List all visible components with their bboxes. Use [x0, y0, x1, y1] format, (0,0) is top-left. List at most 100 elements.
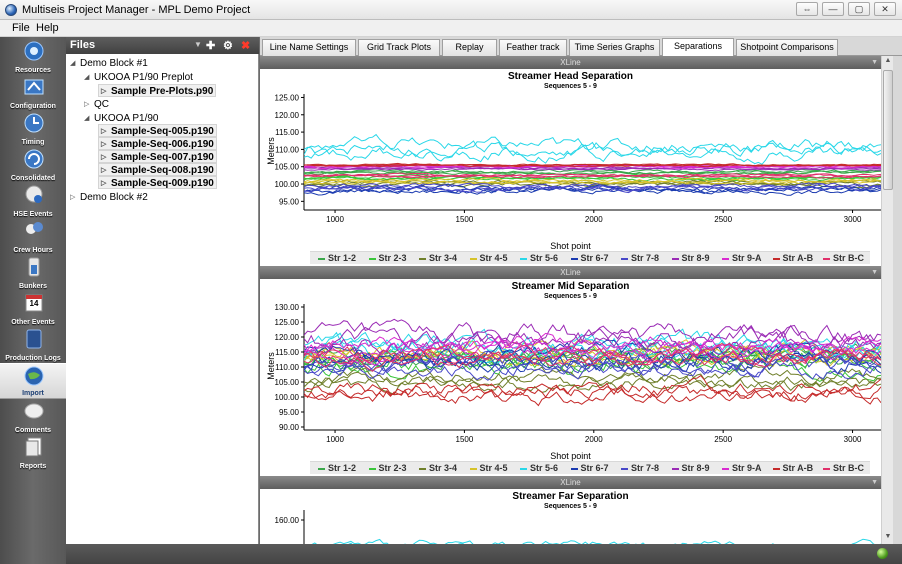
chevron-down-icon[interactable]: ▼ — [871, 56, 878, 69]
nav-item-globe[interactable]: Import — [0, 363, 66, 399]
nav-item-calendar[interactable]: 14 Other Events — [0, 291, 66, 327]
nav-item-timing[interactable]: Timing — [0, 111, 66, 147]
legend-swatch — [318, 467, 325, 470]
x-tick-label: 2000 — [585, 435, 603, 444]
tree-file-item[interactable]: ▷ Sample-Seq-006.p190 — [98, 137, 217, 150]
legend-item[interactable]: Str 8-9 — [671, 463, 710, 473]
maximize-button[interactable]: ▢ — [848, 2, 870, 16]
legend-item[interactable]: Str 5-6 — [520, 253, 558, 263]
tree-item-label: Sample-Seq-007.p190 — [111, 152, 214, 163]
tree-folder-item[interactable]: ◢ UKOOA P1/90 Preplot — [84, 71, 193, 84]
window-title: Multiseis Project Manager - MPL Demo Pro… — [22, 4, 251, 16]
legend-item[interactable]: Str 9-A — [722, 253, 762, 263]
legend-item[interactable]: Str 7-8 — [621, 463, 659, 473]
legend-label: Str 4-5 — [479, 253, 508, 263]
legend-swatch — [469, 467, 477, 470]
legend-item[interactable]: Str 7-8 — [621, 253, 659, 263]
gear-icon[interactable]: ⚙ — [223, 39, 233, 52]
scroll-down-arrow-icon[interactable]: ▼ — [883, 533, 893, 543]
y-axis-label: Meters — [266, 352, 276, 380]
legend-item[interactable]: Str A-B — [772, 253, 813, 263]
production-logs-icon — [24, 329, 44, 349]
legend-item[interactable]: Str 5-6 — [520, 463, 558, 473]
legend-label: Str 1-2 — [328, 253, 357, 263]
legend-item[interactable]: Str 6-7 — [570, 253, 609, 263]
collapsed-triangle-icon[interactable]: ▷ — [70, 191, 80, 204]
chart-title: Streamer Mid Separation — [511, 281, 630, 292]
scroll-thumb[interactable] — [883, 70, 893, 190]
expanded-triangle-icon[interactable]: ◢ — [84, 71, 94, 84]
nav-item-hse-events[interactable]: HSE Events — [0, 183, 66, 219]
delete-icon[interactable]: ✖ — [241, 39, 250, 52]
menu-help[interactable]: Help — [36, 22, 59, 34]
legend-item[interactable]: Str A-B — [772, 463, 813, 473]
tree-folder-item[interactable]: ▷ QC — [84, 98, 109, 111]
tree-folder-item[interactable]: ▷ Demo Block #2 — [70, 191, 148, 204]
tree-file-item[interactable]: ▷ Sample-Seq-005.p190 — [98, 124, 217, 137]
y-tick-label: 110.00 — [275, 145, 299, 154]
nav-item-crew-hours[interactable]: Crew Hours — [0, 219, 66, 255]
legend-item[interactable]: Str B-C — [823, 463, 864, 473]
tree-file-item[interactable]: ▷ Sample-Seq-008.p190 — [98, 163, 217, 176]
legend-item[interactable]: Str 4-5 — [469, 253, 508, 263]
legend-item[interactable]: Str 2-3 — [368, 463, 407, 473]
xline-selector[interactable]: XLine ▼ — [260, 476, 881, 489]
legend-item[interactable]: Str B-C — [823, 253, 864, 263]
hse-events-icon — [24, 185, 44, 205]
chevron-down-icon[interactable]: ▼ — [871, 476, 878, 489]
expanded-triangle-icon[interactable]: ◢ — [70, 57, 80, 70]
vertical-scrollbar[interactable]: ▲ ▼ — [881, 56, 893, 544]
legend-item[interactable]: Str 1-2 — [318, 253, 356, 263]
right-gutter — [893, 56, 902, 544]
menu-file[interactable]: File — [12, 22, 30, 34]
close-button[interactable]: ✕ — [874, 2, 896, 16]
tree-file-item[interactable]: ▷ Sample Pre-Plots.p90 — [98, 84, 217, 97]
tab-grid-track-plots[interactable]: Grid Track Plots — [358, 39, 440, 56]
nav-item-bunkers[interactable]: Bunkers — [0, 255, 66, 291]
chevron-down-icon[interactable]: ▼ — [194, 40, 202, 49]
view-tabs: Line Name Settings Grid Track Plots Replay… — [260, 37, 902, 56]
tab-time-series-graphs[interactable]: Time Series Graphs — [569, 39, 660, 56]
scroll-up-arrow-icon[interactable]: ▲ — [883, 57, 893, 67]
xline-selector[interactable]: XLine ▼ — [260, 56, 881, 69]
expanded-triangle-icon[interactable]: ◢ — [84, 112, 94, 125]
legend-item[interactable]: Str 8-9 — [671, 253, 710, 263]
nav-item-resources[interactable]: Resources — [0, 39, 66, 75]
restore-layout-button[interactable]: ⇔ — [796, 2, 818, 16]
legend-swatch — [621, 467, 628, 470]
nav-item-configuration[interactable]: Configuration — [0, 75, 66, 111]
chevron-down-icon[interactable]: ▼ — [871, 266, 878, 279]
tab-line-name-settings[interactable]: Line Name Settings — [262, 39, 356, 56]
legend-label: Str 7-8 — [631, 253, 660, 263]
add-icon[interactable]: ✚ — [206, 39, 215, 52]
nav-item-production-logs[interactable]: Production Logs — [0, 327, 66, 363]
status-indicator-icon — [877, 548, 888, 559]
nav-item-consolidated[interactable]: Consolidated — [0, 147, 66, 183]
tab-separations[interactable]: Separations — [662, 38, 734, 56]
chart-plot-area: 90.00 95.00 100.00 105.00 110.00 115.00 120.00… — [275, 303, 881, 444]
tree-file-item[interactable]: ▷ Sample-Seq-009.p190 — [98, 176, 217, 189]
legend-item[interactable]: Str 4-5 — [469, 463, 508, 473]
legend-label: Str 8-9 — [681, 463, 710, 473]
minimize-button[interactable]: — — [822, 2, 844, 16]
collapsed-triangle-icon[interactable]: ▷ — [84, 98, 94, 111]
nav-item-reports[interactable]: Reports — [0, 435, 66, 471]
tree-file-item[interactable]: ▷ Sample-Seq-007.p190 — [98, 150, 217, 163]
tab-feather-track[interactable]: Feather track — [499, 39, 567, 56]
legend-item[interactable]: Str 9-A — [722, 463, 762, 473]
legend-item[interactable]: Str 2-3 — [368, 253, 407, 263]
tree-folder-item[interactable]: ◢ Demo Block #1 — [70, 57, 148, 70]
tab-replay[interactable]: Replay — [442, 39, 497, 56]
legend-item[interactable]: Str 3-4 — [419, 253, 457, 263]
nav-item-comments[interactable]: Comments — [0, 399, 66, 435]
nav-label: Import — [22, 390, 44, 397]
xline-selector[interactable]: XLine ▼ — [260, 266, 881, 279]
chart-legend: Str 1-2 Str 2-3 Str 3-4 Str 4-5 Str 5-6 Str 6… — [310, 461, 870, 474]
tab-shotpoint-comparisons[interactable]: Shotpoint Comparisons — [736, 39, 838, 56]
legend-item[interactable]: Str 1-2 — [318, 463, 356, 473]
tree-item-label: Sample-Seq-006.p190 — [111, 139, 214, 150]
legend-item[interactable]: Str 6-7 — [570, 463, 609, 473]
legend-item[interactable]: Str 3-4 — [419, 463, 457, 473]
y-tick-label: 125.00 — [275, 318, 300, 327]
legend-swatch — [570, 257, 578, 260]
